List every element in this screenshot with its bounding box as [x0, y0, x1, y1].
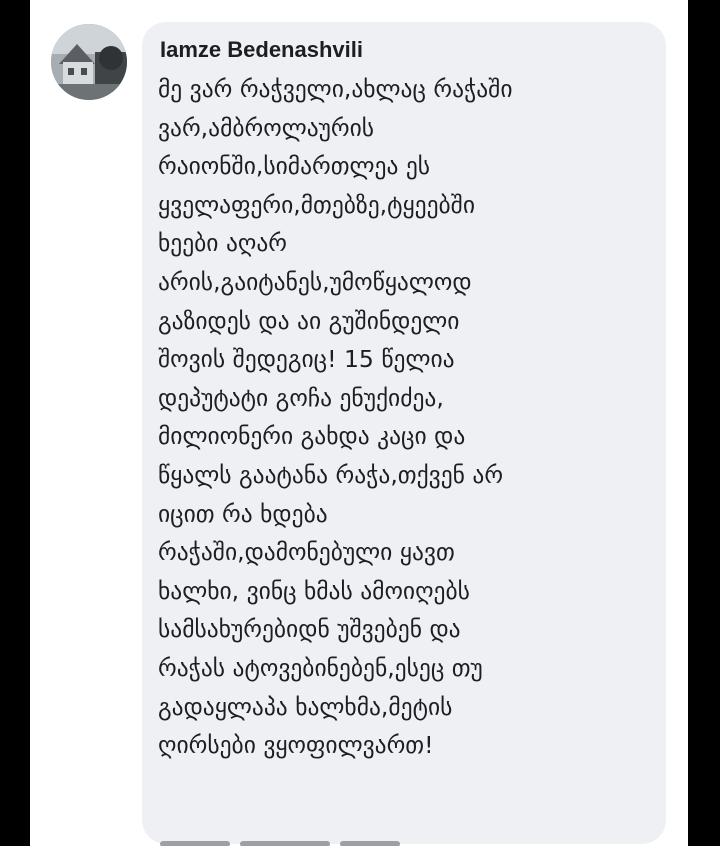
avatar[interactable] [51, 24, 127, 100]
next-comment-partial [160, 838, 460, 846]
next-comment-fragment [160, 841, 230, 846]
profile-photo-icon [51, 24, 127, 100]
comment-text-line: ყველაფერი,მთებზე,ტყეებში [158, 190, 476, 219]
comment-text: მე ვარ რაჭველი,ახლაც რაჭაში ვარ,ამბროლაუ… [158, 70, 658, 765]
next-comment-fragment [240, 841, 330, 846]
comment-text-line: დეპუტატი გოჩა ენუქიძეა, [158, 383, 444, 412]
comment-text-line: რაიონში,სიმართლეა ეს [158, 152, 431, 181]
comment-text-line: ღირსები ვყოფილვართ! [158, 731, 434, 760]
comment-bubble: Iamze Bedenashvili მე ვარ რაჭველი,ახლაც … [142, 22, 666, 844]
comment-text-line: მე ვარ რაჭველი,ახლაც რაჭაში [158, 75, 513, 103]
comment-text-line: მილიონერი გახდა კაცი და [158, 422, 466, 451]
comment-text-line: ვარ,ამბროლაურის [158, 113, 375, 142]
comment-text-line: გადაყლაპა ხალხმა,მეტის [158, 692, 453, 721]
comment-text-line: წყალს გაატანა რაჭა,თქვენ არ [158, 460, 504, 489]
comment-text-line: რაჭას ატოვებინებენ,ესეც თუ [158, 653, 483, 682]
comment-text-line: სამსახურებიდნ უშვებენ და [158, 615, 461, 644]
comment-text-line: გაზიდეს და აი გუშინდელი [158, 306, 460, 335]
comment-text-line: შოვის შედეგიც! 15 წელია [158, 345, 455, 374]
comment-text-line: რაჭაში,დამონებული ყავთ [158, 538, 455, 567]
comment-text-line: ხეები აღარ [158, 229, 287, 258]
comment-text-line: ხალხი, ვინც ხმას ამოიღებს [158, 576, 470, 605]
comment-text-line: იცით რა ხდება [158, 499, 328, 528]
comment-page: Iamze Bedenashvili მე ვარ რაჭველი,ახლაც … [30, 0, 688, 846]
comment-author-name[interactable]: Iamze Bedenashvili [160, 37, 363, 63]
next-comment-fragment [340, 841, 400, 846]
comment-text-line: არის,გაიტანეს,უმოწყალოდ [158, 267, 472, 296]
